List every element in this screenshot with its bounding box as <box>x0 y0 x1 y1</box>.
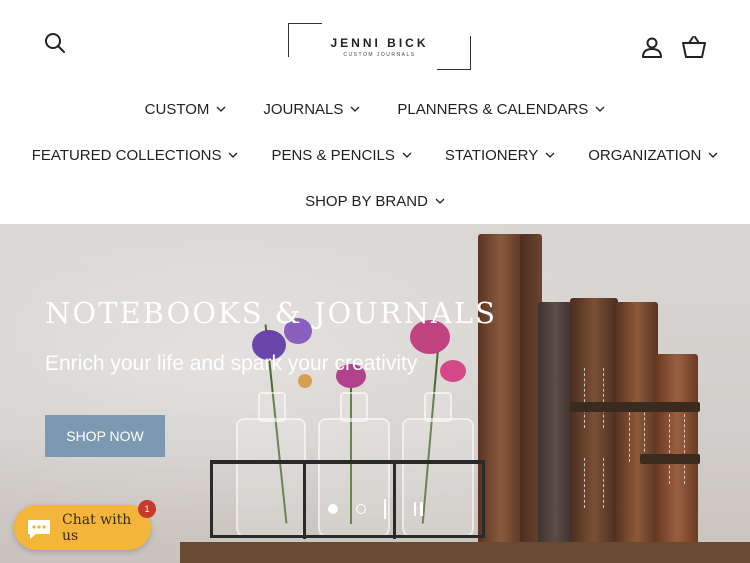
nav-item-label: PENS & PENCILS <box>271 146 395 164</box>
hero-image-shelf <box>180 542 750 563</box>
hero-image-book <box>616 302 658 556</box>
brand-logo[interactable]: JENNI BICK CUSTOM JOURNALS <box>288 23 471 70</box>
nav-item-label: ORGANIZATION <box>588 146 702 164</box>
nav-item-custom[interactable]: CUSTOM <box>145 99 227 119</box>
nav-item-pens-pencils[interactable]: PENS & PENCILS <box>271 145 412 165</box>
chat-bubble-icon <box>26 518 52 539</box>
hero-image-flower <box>440 360 466 382</box>
hero-subtitle: Enrich your life and spark your creativi… <box>45 352 418 375</box>
chevron-down-icon <box>545 152 555 158</box>
brand-name: JENNI BICK <box>330 36 429 50</box>
hero-title: NOTEBOOKS & JOURNALS <box>45 296 497 330</box>
hero-image-strap <box>640 454 700 464</box>
nav-item-shop-by-brand[interactable]: SHOP BY BRAND <box>305 191 445 211</box>
chevron-down-icon <box>595 106 605 112</box>
slide-dot[interactable] <box>328 504 338 514</box>
nav-item-stationery[interactable]: STATIONERY <box>445 145 555 165</box>
hero-image-strap <box>570 402 700 412</box>
nav-item-journals[interactable]: JOURNALS <box>263 99 360 119</box>
main-nav-row-1: CUSTOM JOURNALS PLANNERS & CALENDARS <box>0 99 750 119</box>
chevron-down-icon <box>216 106 226 112</box>
controls-divider <box>384 499 386 519</box>
slide-dot[interactable] <box>356 504 366 514</box>
chat-notification-badge: 1 <box>138 500 156 518</box>
shop-now-button[interactable]: SHOP NOW <box>45 415 165 457</box>
chat-button[interactable]: Chat with us <box>14 505 151 550</box>
user-icon[interactable] <box>640 35 664 59</box>
hero-image-flower <box>298 374 312 388</box>
basket-icon[interactable] <box>681 35 707 59</box>
chevron-down-icon <box>229 152 238 158</box>
slideshow-controls <box>328 499 423 519</box>
search-icon[interactable] <box>42 30 68 56</box>
nav-item-planners-calendars[interactable]: PLANNERS & CALENDARS <box>397 99 605 119</box>
pause-icon[interactable] <box>413 502 423 516</box>
chevron-down-icon <box>435 198 445 204</box>
brand-tagline: CUSTOM JOURNALS <box>343 52 416 58</box>
nav-item-label: STATIONERY <box>444 146 539 164</box>
main-nav-row-3: SHOP BY BRAND <box>0 191 750 211</box>
site-header: JENNI BICK CUSTOM JOURNALS CUSTOM JOURNA… <box>0 0 750 224</box>
chevron-down-icon <box>708 152 718 158</box>
nav-item-label: CUSTOM <box>144 100 210 118</box>
chat-label: Chat with us <box>62 511 132 544</box>
hero-image-book <box>570 298 618 556</box>
nav-item-organization[interactable]: ORGANIZATION <box>588 145 718 165</box>
nav-item-label: JOURNALS <box>263 100 344 118</box>
nav-item-label: FEATURED COLLECTIONS <box>31 146 222 164</box>
chevron-down-icon <box>350 106 360 112</box>
nav-item-label: PLANNERS & CALENDARS <box>397 100 589 118</box>
nav-item-featured-collections[interactable]: FEATURED COLLECTIONS <box>32 145 239 165</box>
hero-image-book <box>538 302 572 556</box>
chevron-down-icon <box>402 152 412 158</box>
nav-item-label: SHOP BY BRAND <box>305 192 428 210</box>
main-nav-row-2: FEATURED COLLECTIONS PENS & PENCILS STAT… <box>0 145 750 165</box>
